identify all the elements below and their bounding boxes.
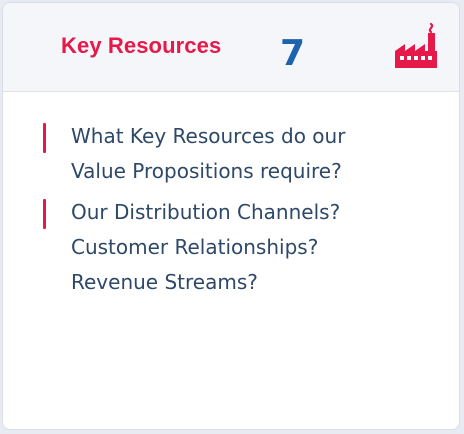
question-line: Our Distribution Channels? xyxy=(71,200,341,224)
factory-icon xyxy=(395,23,437,68)
card-header: Key Resources 7 xyxy=(3,3,459,92)
group-marker xyxy=(43,199,46,229)
question-group: Our Distribution Channels? Customer Rela… xyxy=(43,195,443,300)
question-line: What Key Resources do our xyxy=(71,124,346,148)
question-group: What Key Resources do our Value Proposit… xyxy=(43,119,443,189)
question-line: Revenue Streams? xyxy=(71,270,258,294)
question-line: Value Propositions require? xyxy=(71,159,342,183)
card-number: 7 xyxy=(280,33,306,74)
question-line: Customer Relationships? xyxy=(71,235,319,259)
group-marker xyxy=(43,123,46,153)
key-resources-card: Key Resources 7 What Key Resources do ou… xyxy=(2,2,460,430)
card-title: Key Resources xyxy=(61,33,222,58)
question-list: What Key Resources do our Value Proposit… xyxy=(43,119,443,306)
